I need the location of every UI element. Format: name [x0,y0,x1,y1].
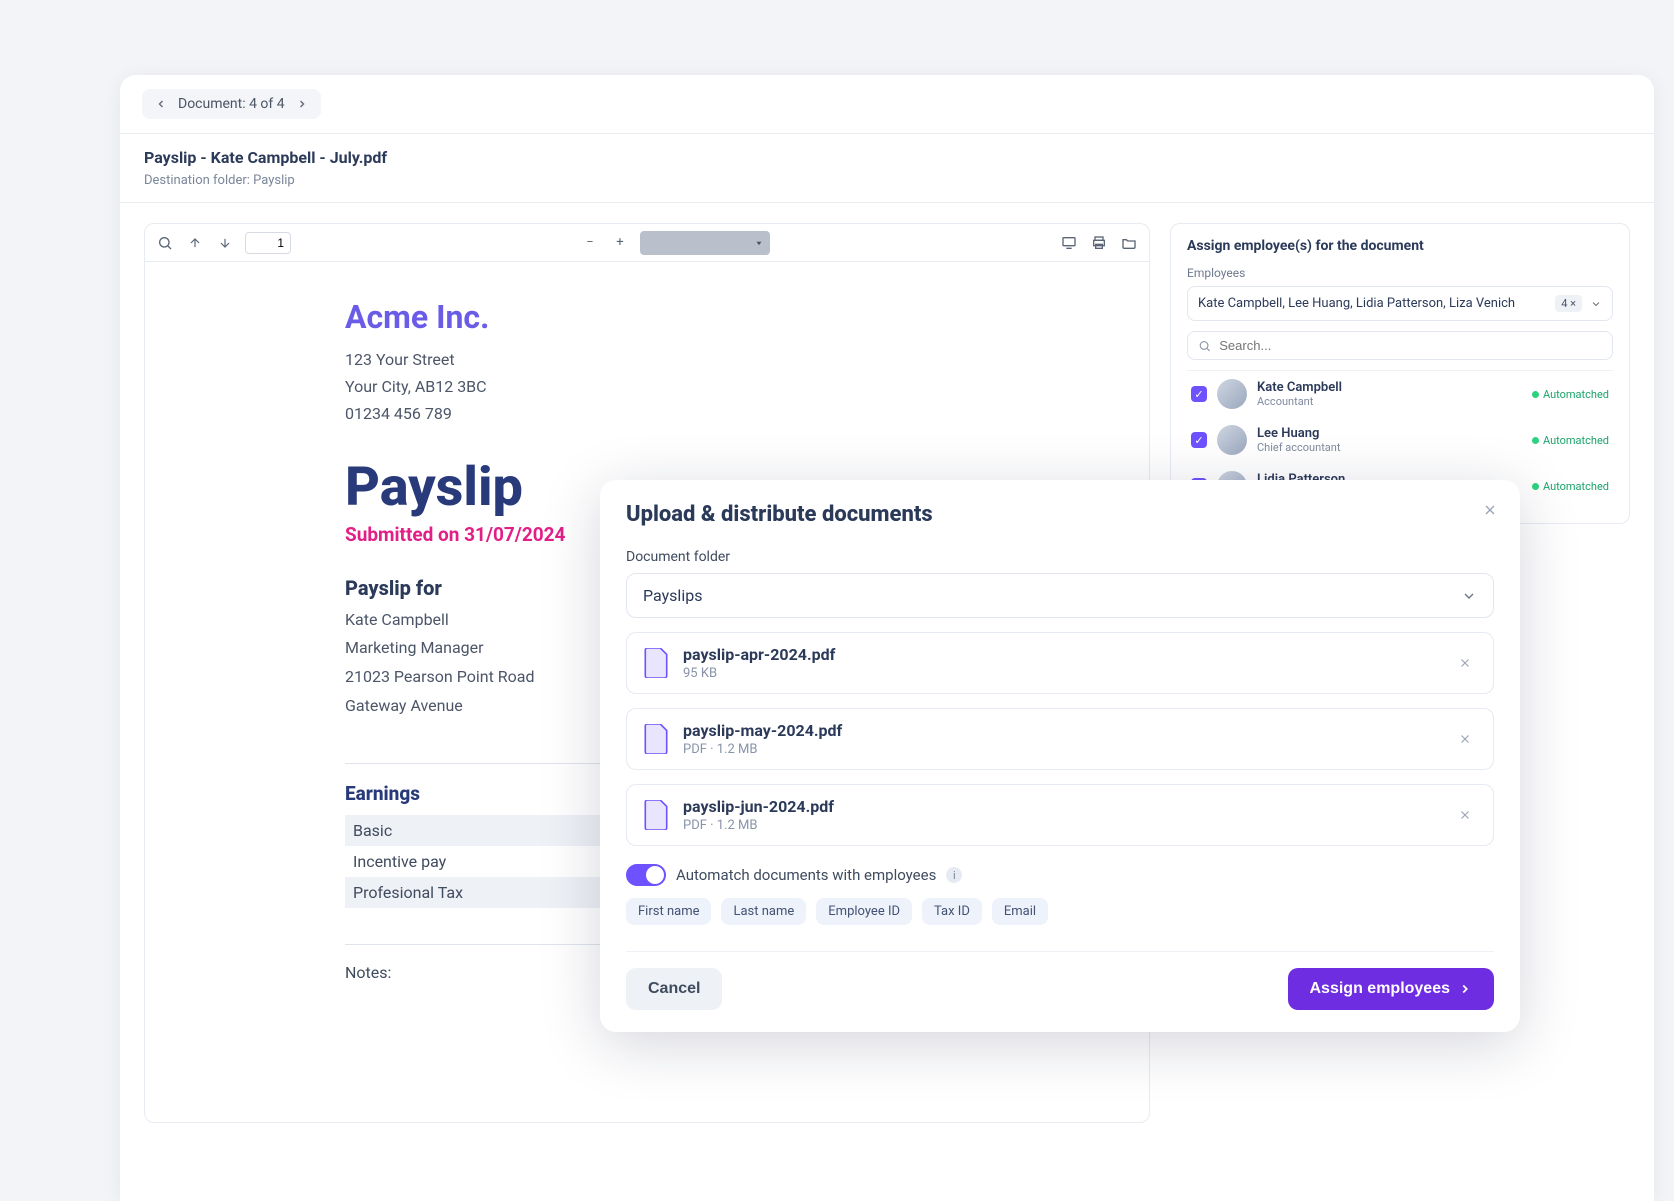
remove-file-button[interactable] [1453,727,1477,751]
employees-label: Employees [1187,266,1613,280]
cancel-button[interactable]: Cancel [626,968,722,1010]
zoom-dropdown[interactable] [640,231,770,255]
doc-position-text: Document: 4 of 4 [178,96,285,112]
modal-footer: Cancel Assign employees [626,951,1494,1010]
employee-name: Lee Huang [1257,426,1340,441]
assign-panel-title: Assign employee(s) for the document [1187,238,1613,254]
page-down-icon[interactable] [215,233,235,253]
employee-checkbox[interactable]: ✓ [1191,386,1207,402]
close-button[interactable] [1476,496,1504,524]
chevron-down-icon [1590,298,1602,310]
assign-employees-button[interactable]: Assign employees [1288,968,1495,1010]
criteria-pill[interactable]: First name [626,898,711,925]
open-folder-icon[interactable] [1119,233,1139,253]
file-row: payslip-apr-2024.pdf 95 KB [626,632,1494,694]
destination-folder: Destination folder: Payslip [144,173,1630,188]
employee-search[interactable] [1187,331,1613,360]
doc-position-chip: Document: 4 of 4 [142,89,321,119]
remove-file-button[interactable] [1453,803,1477,827]
file-name: payslip-apr-2024.pdf [683,645,835,664]
selected-count-chip: 4 × [1555,295,1582,312]
upload-modal: Upload & distribute documents Document f… [600,480,1520,1032]
viewer-toolbar: − + [145,224,1149,262]
search-icon[interactable] [155,233,175,253]
criteria-pill[interactable]: Employee ID [816,898,912,925]
folder-select[interactable]: Payslips [626,573,1494,618]
avatar [1217,425,1247,455]
zoom-out-icon[interactable]: − [580,233,600,253]
file-size: 95 KB [683,666,835,681]
subheader: Payslip - Kate Campbell - July.pdf Desti… [120,134,1654,203]
avatar [1217,379,1247,409]
employee-name: Kate Campbell [1257,380,1342,395]
employee-role: Chief accountant [1257,441,1340,454]
criteria-pill[interactable]: Email [992,898,1048,925]
automatch-toggle-row: Automatch documents with employees i [626,864,1494,886]
remove-file-button[interactable] [1453,651,1477,675]
employee-role: Accountant [1257,395,1342,408]
employee-checkbox[interactable]: ✓ [1191,432,1207,448]
company-name: Acme Inc. [345,298,949,336]
chevron-right-icon [1458,982,1472,996]
automatch-label: Automatch documents with employees [676,866,936,884]
zoom-in-icon[interactable]: + [610,233,630,253]
automatched-badge: Automatched [1532,388,1609,401]
pdf-file-icon [643,724,669,754]
page-up-icon[interactable] [185,233,205,253]
automatched-badge: Automatched [1532,434,1609,447]
present-icon[interactable] [1059,233,1079,253]
search-input[interactable] [1219,338,1602,353]
chevron-down-icon [1461,588,1477,604]
file-name: payslip-jun-2024.pdf [683,797,834,816]
folder-value: Payslips [643,586,702,605]
employee-row[interactable]: ✓ Kate Campbell Accountant Automatched [1187,371,1613,417]
company-address: 123 Your Street Your City, AB12 3BC 0123… [345,346,949,428]
info-icon[interactable]: i [946,867,962,883]
match-criteria-pills: First name Last name Employee ID Tax ID … [626,898,1494,925]
automatch-toggle[interactable] [626,864,666,886]
page-number-input[interactable] [245,232,291,254]
file-row: payslip-may-2024.pdf PDF · 1.2 MB [626,708,1494,770]
file-row: payslip-jun-2024.pdf PDF · 1.2 MB [626,784,1494,846]
pdf-file-icon [643,800,669,830]
employee-row[interactable]: ✓ Lee Huang Chief accountant Automatched [1187,417,1613,463]
file-size: PDF · 1.2 MB [683,818,834,833]
automatched-badge: Automatched [1532,480,1609,493]
top-bar: Document: 4 of 4 [120,75,1654,134]
search-icon [1198,339,1211,353]
criteria-pill[interactable]: Tax ID [922,898,982,925]
selected-employees-text: Kate Campbell, Lee Huang, Lidia Patterso… [1198,296,1515,311]
file-name: Payslip - Kate Campbell - July.pdf [144,148,1630,167]
folder-label: Document folder [626,549,1494,565]
file-name: payslip-may-2024.pdf [683,721,842,740]
next-doc-button[interactable] [291,93,313,115]
pdf-file-icon [643,648,669,678]
prev-doc-button[interactable] [150,93,172,115]
modal-title: Upload & distribute documents [626,502,1494,527]
file-size: PDF · 1.2 MB [683,742,842,757]
employees-dropdown[interactable]: Kate Campbell, Lee Huang, Lidia Patterso… [1187,286,1613,321]
assign-employee-panel: Assign employee(s) for the document Empl… [1170,223,1630,524]
print-icon[interactable] [1089,233,1109,253]
criteria-pill[interactable]: Last name [721,898,806,925]
